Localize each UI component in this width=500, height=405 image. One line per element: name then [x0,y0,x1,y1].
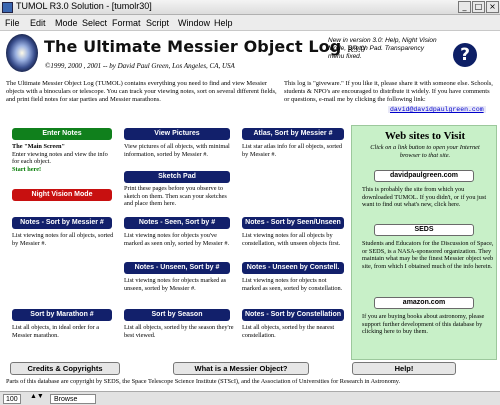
help-icon[interactable]: ? [453,43,477,67]
night-vision-button[interactable]: Night Vision Mode [12,189,112,201]
menu-help[interactable]: Help [214,18,233,28]
notes-sort-messier-desc: List viewing notes for all objects, sort… [12,232,114,247]
app-window: TUMOL R3.0 Solution - [tumolr30] _ □ × F… [0,0,500,405]
close-button[interactable]: × [486,1,499,13]
enter-notes-text: Enter viewing notes and view the info fo… [12,150,108,166]
notes-sort-seen-unseen-desc: List viewing notes for all objects by co… [242,232,341,247]
enter-notes-button[interactable]: Enter Notes [12,128,112,140]
galaxy-logo [6,34,38,72]
view-pictures-desc: View pictures of all objects, with minim… [124,143,230,158]
notes-sort-seen-unseen-button[interactable]: Notes - Sort by Seen/Unseen [242,217,344,229]
intro-text: The Ultimate Messier Object Log (TUMOL) … [6,80,277,103]
menu-edit[interactable]: Edit [30,18,46,28]
menu-file[interactable]: File [5,18,20,28]
sort-season-button[interactable]: Sort by Season [124,309,230,321]
atlas-sort-desc: List star atlas info for all objects, so… [242,143,343,158]
link-seds-desc: Students and Educators for the Discussio… [362,240,494,270]
email-link[interactable]: david@davidpaulgreen.com [388,106,486,113]
header: The Ultimate Messier Object Log R3.0 ©199… [0,31,500,77]
notes-sort-constellation-button[interactable]: Notes - Sort by Constellation [242,309,344,321]
minimize-button[interactable]: _ [458,1,471,13]
help-button[interactable]: Help! [352,362,456,375]
sort-season-desc: List all objects, sorted by the season t… [124,324,234,339]
menu-window[interactable]: Window [178,18,210,28]
window-title: TUMOL R3.0 Solution - [tumolr30] [16,1,152,11]
menu-mode[interactable]: Mode [55,18,78,28]
what-is-messier-button[interactable]: What is a Messier Object? [173,362,309,375]
link-davidpaulgreen-button[interactable]: davidpaulgreen.com [374,170,474,182]
status-bar: 100 ▲▼ Browse [0,391,500,405]
menu-select[interactable]: Select [82,18,107,28]
notes-unseen-constell-button[interactable]: Notes - Unseen by Constell. [242,262,344,274]
maximize-button[interactable]: □ [472,1,485,13]
sort-marathon-desc: List all objects, in ideal order for a M… [12,324,100,339]
main-screen-heading: The "Main Screen" [12,143,66,150]
sort-marathon-button[interactable]: Sort by Marathon # [12,309,112,321]
enter-notes-desc: The "Main Screen" Enter viewing notes an… [12,143,112,173]
atlas-sort-button[interactable]: Atlas, Sort by Messier # [242,128,344,140]
mode-selector[interactable]: Browse [50,394,96,404]
notes-sort-messier-button[interactable]: Notes - Sort by Messier # [12,217,112,229]
zoom-arrows-icon[interactable]: ▲▼ [30,393,44,400]
sidebar-subtitle: Click on a link button to open your Inte… [370,144,480,159]
notes-unseen-constell-desc: List viewing notes for objects not marke… [242,277,343,292]
link-davidpaulgreen-desc: This is probably the site from which you… [362,186,487,208]
view-pictures-button[interactable]: View Pictures [124,128,230,140]
websites-sidebar: Web sites to Visit Click on a link butto… [351,125,497,360]
page-title: The Ultimate Messier Object Log R3.0 [44,37,365,56]
title-bar: TUMOL R3.0 Solution - [tumolr30] _ □ × [0,0,500,15]
copyright-line: ©1999, 2000 , 2001 -- by David Paul Gree… [45,62,235,70]
sidebar-title: Web sites to Visit [384,130,466,142]
notes-unseen-sort-button[interactable]: Notes - Unseen, Sort by # [124,262,230,274]
start-here-label: Start here! [12,165,42,173]
sketch-pad-button[interactable]: Sketch Pad [124,171,230,183]
link-seds-button[interactable]: SEDS [374,224,474,236]
menu-script[interactable]: Script [146,18,169,28]
notes-seen-sort-desc: List viewing notes for objects you've ma… [124,232,230,247]
notes-unseen-sort-desc: List viewing notes for objects marked as… [124,277,227,292]
sketch-pad-desc: Print these pages before you observe to … [124,185,227,207]
footer-note: Parts of this database are copyright by … [6,378,401,385]
notes-sort-constellation-desc: List all objects, sorted by the nearest … [242,324,335,339]
app-icon [2,2,13,13]
credits-button[interactable]: Credits & Copyrights [10,362,120,375]
window-controls: _ □ × [458,1,499,13]
menu-bar: File Edit Mode Select Format Script Wind… [0,15,500,31]
menu-format[interactable]: Format [112,18,141,28]
zoom-level[interactable]: 100 [3,394,21,404]
new-in-version-note: New in version 3.0: Help, Night Vision M… [328,37,437,60]
notes-seen-sort-button[interactable]: Notes - Seen, Sort by # [124,217,230,229]
link-amazon-button[interactable]: amazon.com [374,297,474,309]
link-amazon-desc: If you are buying books about astronomy,… [362,313,485,335]
